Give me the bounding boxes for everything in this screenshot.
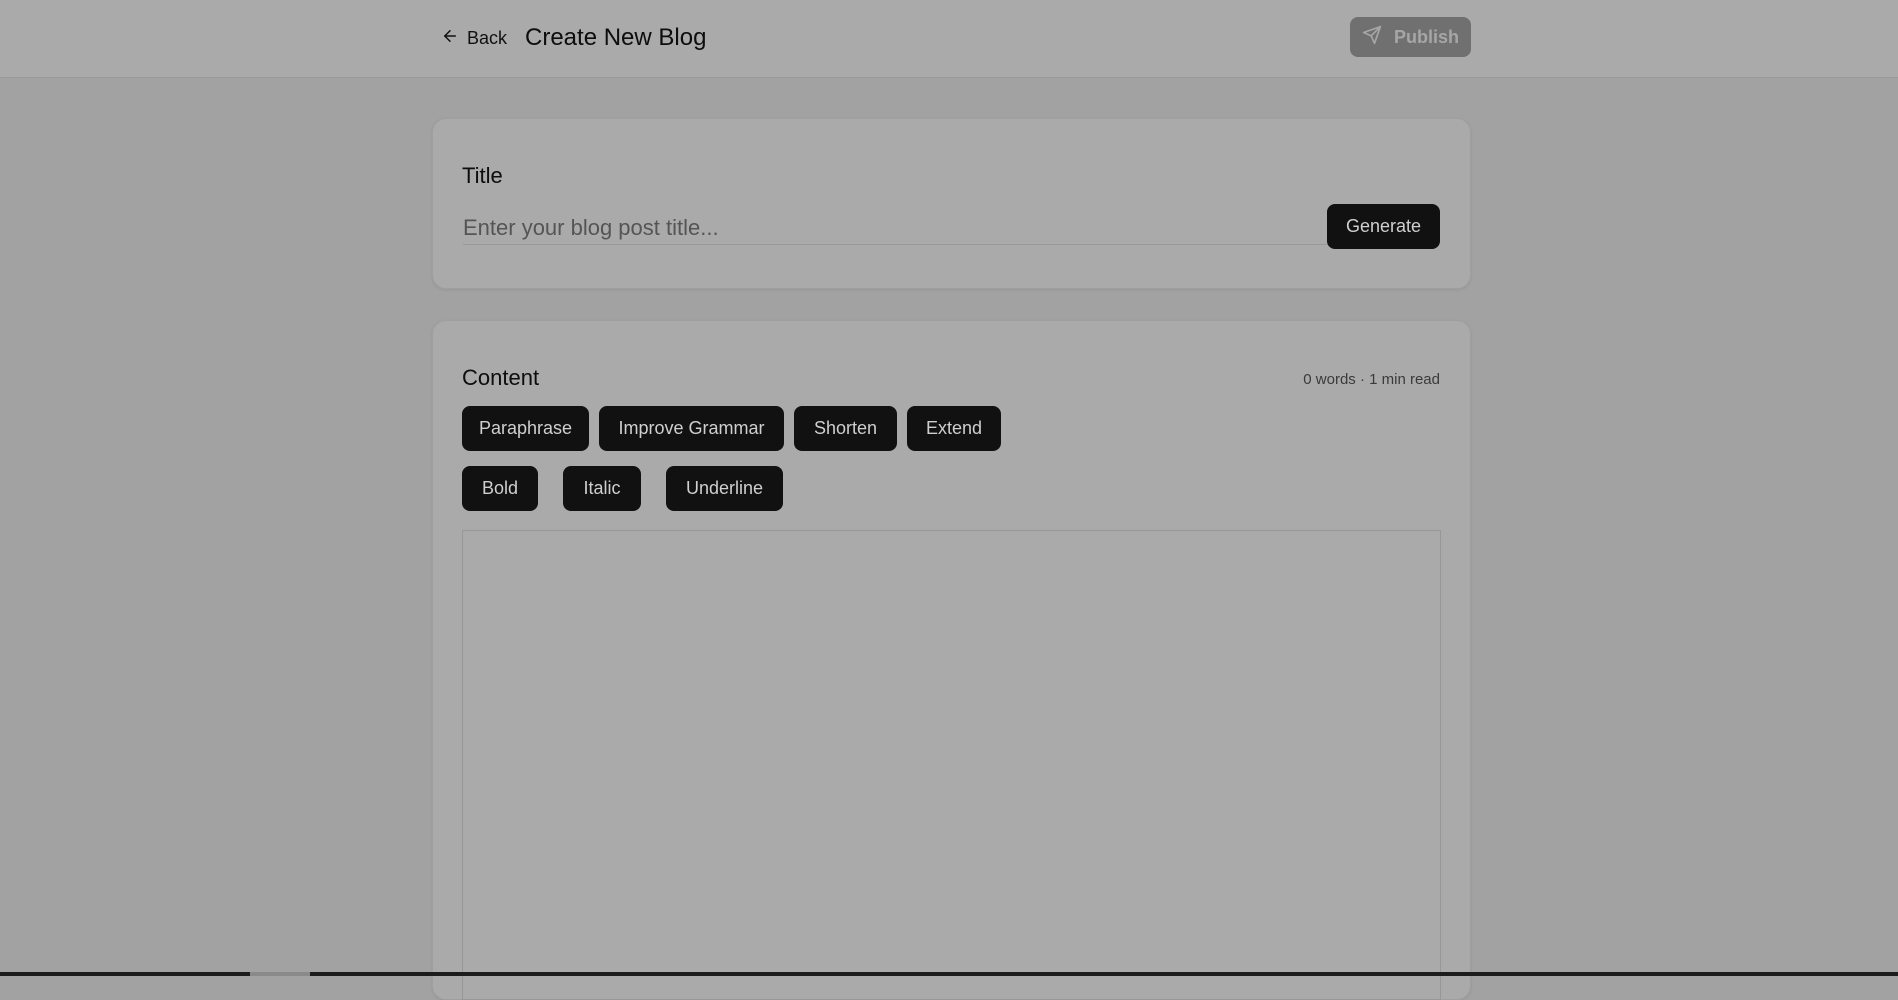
content-card: Content 0 words · 1 min read Paraphrase … (432, 320, 1471, 1000)
italic-button[interactable]: Italic (563, 466, 641, 511)
word-count: 0 words · 1 min read (1303, 371, 1440, 388)
bottom-edge (0, 972, 1898, 976)
underline-button[interactable]: Underline (666, 466, 783, 511)
title-section-label: Title (462, 163, 503, 188)
bottom-edge-segment (250, 972, 310, 976)
back-button[interactable]: Back (441, 24, 507, 52)
back-label: Back (467, 27, 508, 48)
shorten-button[interactable]: Shorten (794, 406, 897, 451)
content-editor[interactable] (462, 530, 1441, 1000)
title-card: Title Generate (432, 118, 1471, 289)
top-bar: Back Create New Blog Publish (0, 0, 1898, 78)
page-title: Create New Blog (525, 24, 707, 51)
publish-label: Publish (1393, 26, 1459, 47)
improve-grammar-button[interactable]: Improve Grammar (599, 406, 784, 451)
send-icon (1362, 25, 1382, 50)
bold-button[interactable]: Bold (462, 466, 538, 511)
arrow-left-icon (441, 27, 459, 50)
content-section-label: Content (462, 365, 540, 390)
extend-button[interactable]: Extend (907, 406, 1001, 451)
generate-button[interactable]: Generate (1327, 204, 1440, 249)
title-input[interactable] (463, 211, 1331, 245)
publish-button[interactable]: Publish (1350, 17, 1471, 57)
paraphrase-button[interactable]: Paraphrase (462, 406, 589, 451)
